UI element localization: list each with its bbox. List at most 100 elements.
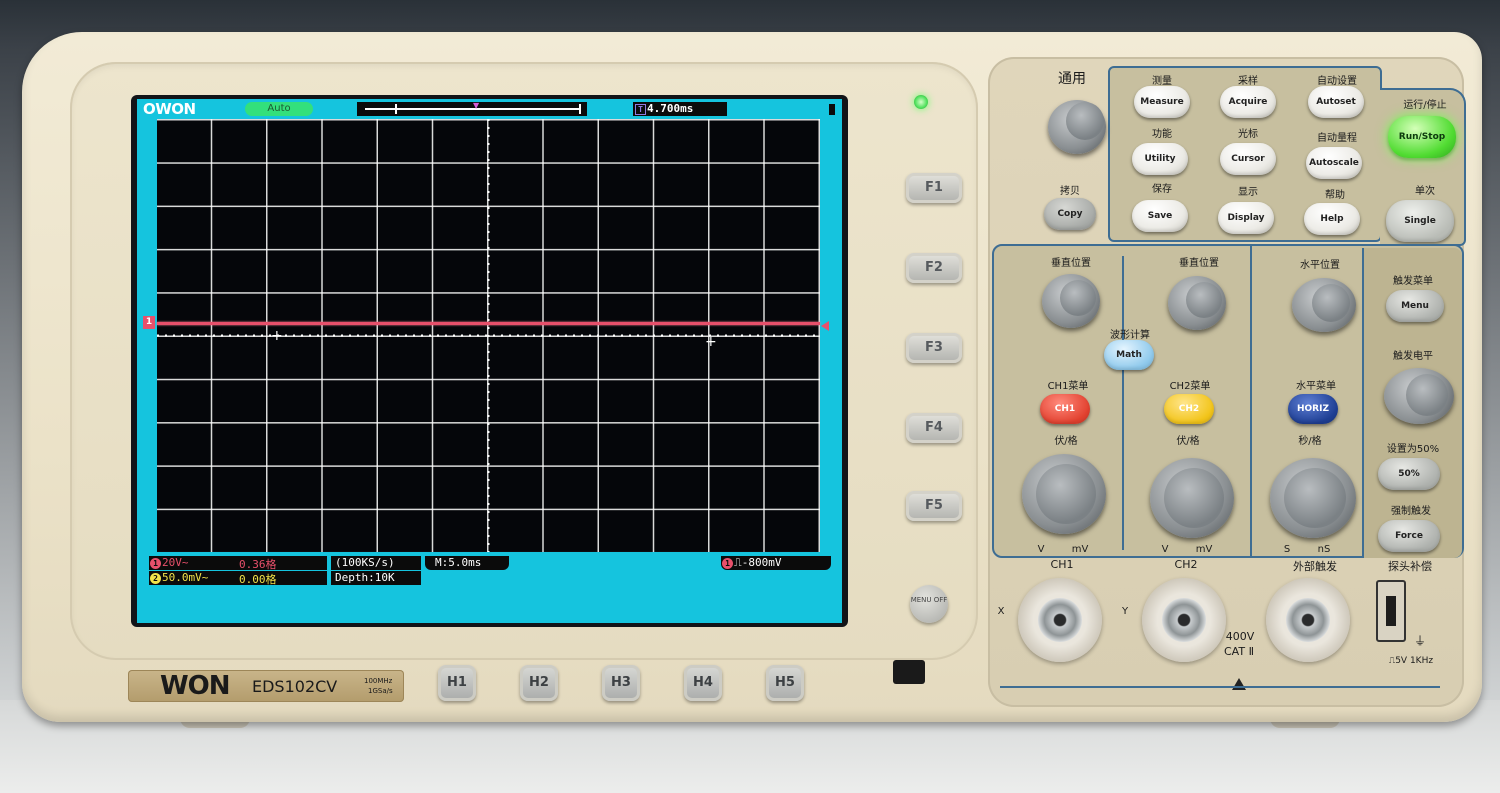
ch1-button[interactable]: CH1: [1040, 394, 1090, 424]
trigger-level-marker: [821, 321, 829, 331]
set-50-button[interactable]: 50%: [1378, 458, 1440, 490]
general-knob[interactable]: [1048, 100, 1106, 154]
f3-button[interactable]: F3: [906, 333, 962, 363]
trig-level-label: 触发电平: [1393, 351, 1433, 362]
horiz-button[interactable]: HORIZ: [1288, 394, 1338, 424]
brand-logo: WON: [160, 671, 231, 701]
f2-button[interactable]: F2: [906, 253, 962, 283]
measure-label: 测量: [1152, 76, 1172, 87]
sec-div-knob[interactable]: [1270, 458, 1356, 538]
ext-trig-label: 外部触发: [1293, 560, 1337, 573]
display-label: 显示: [1238, 187, 1258, 198]
warning-icon: [1232, 678, 1246, 690]
force-button[interactable]: Force: [1378, 520, 1440, 552]
save-button[interactable]: Save: [1132, 200, 1188, 232]
vpos1-label: 垂直位置: [1051, 258, 1091, 269]
ch2-bnc-input[interactable]: [1142, 578, 1226, 662]
ch1-bnc-input[interactable]: [1018, 578, 1102, 662]
cat-rating: CAT Ⅱ: [1224, 645, 1254, 658]
h2-button[interactable]: H2: [520, 665, 558, 701]
ch1-vertical-position-knob[interactable]: [1042, 274, 1100, 328]
probe-comp-signal-label: ⎍5V 1KHz: [1388, 656, 1434, 666]
f5-button[interactable]: F5: [906, 491, 962, 521]
math-button[interactable]: Math: [1104, 340, 1154, 370]
math-label: 波形计算: [1110, 330, 1150, 341]
h3-button[interactable]: H3: [602, 665, 640, 701]
measure-button[interactable]: Measure: [1134, 86, 1190, 118]
memory-position-bar: ▼: [357, 102, 587, 116]
ch2-button[interactable]: CH2: [1164, 394, 1214, 424]
runstop-button[interactable]: Run/Stop: [1388, 116, 1456, 158]
set50-label: 设置为50%: [1386, 444, 1440, 455]
trigger-readout: 1 ⎍-800mV: [721, 556, 831, 570]
ch1-level-marker: 1: [143, 316, 155, 329]
ch1-menu-label: CH1菜单: [1047, 381, 1089, 392]
graticule-center-marks: + +: [157, 119, 820, 552]
h1-button[interactable]: H1: [438, 665, 476, 701]
trigger-level-knob[interactable]: [1384, 368, 1454, 424]
usb-port[interactable]: [893, 660, 925, 684]
trigger-menu-button[interactable]: Menu: [1386, 290, 1444, 322]
ns-label: nS: [1317, 544, 1331, 555]
h4-button[interactable]: H4: [684, 665, 722, 701]
menu-off-button[interactable]: MENU OFF: [910, 585, 948, 623]
ch2-volts-div-knob[interactable]: [1150, 458, 1234, 538]
acquire-label: 采样: [1238, 76, 1258, 87]
trigger-marker-icon: ▼: [473, 101, 480, 110]
trigger-source-badge: 1: [722, 557, 733, 569]
autoset-button[interactable]: Autoset: [1308, 86, 1364, 118]
divider-ch1-ch2: [1122, 256, 1124, 550]
save-label: 保存: [1152, 184, 1172, 195]
model-name: EDS102CV: [252, 677, 338, 696]
display-button[interactable]: Display: [1218, 202, 1274, 234]
depth-readout: Depth:10K: [331, 571, 421, 585]
ext-trig-bnc-input[interactable]: [1266, 578, 1350, 662]
ch1-volts-div-label: 伏/格: [1054, 436, 1078, 447]
f4-button[interactable]: F4: [906, 413, 962, 443]
window-right-marker: [579, 104, 581, 114]
probe-comp-label: 探头补偿: [1388, 560, 1432, 573]
x-label: X: [997, 606, 1005, 617]
horizontal-position-knob[interactable]: [1292, 278, 1356, 332]
ch2-vertical-position-knob[interactable]: [1168, 276, 1226, 330]
probe-comp-terminal[interactable]: [1376, 580, 1406, 642]
autoscale-button[interactable]: Autoscale: [1306, 147, 1362, 179]
vpos2-label: 垂直位置: [1179, 258, 1219, 269]
single-button[interactable]: Single: [1386, 200, 1454, 242]
input-underline: [1000, 686, 1440, 688]
help-button[interactable]: Help: [1304, 203, 1360, 235]
ch1-volts-div-knob[interactable]: [1022, 454, 1106, 534]
force-label: 强制触发: [1391, 506, 1431, 517]
general-label: 通用: [1058, 71, 1086, 87]
copy-button[interactable]: Copy: [1044, 198, 1096, 230]
ground-icon: ⏚: [1414, 634, 1427, 648]
sample-rate-readout: (100KS/s): [331, 556, 421, 570]
utility-button[interactable]: Utility: [1132, 143, 1188, 175]
acquire-button[interactable]: Acquire: [1220, 86, 1276, 118]
rising-edge-icon: ⎍: [734, 556, 742, 569]
h5-button[interactable]: H5: [766, 665, 804, 701]
cursor-label: 光标: [1238, 129, 1258, 140]
trigger-time-readout: T 4.700ms: [633, 102, 727, 116]
memory-track: [365, 108, 579, 110]
status-bar: OWON Auto ▼ T 4.700ms: [137, 99, 842, 119]
autoscale-label: 自动量程: [1317, 133, 1357, 144]
single-label: 单次: [1415, 186, 1435, 197]
trigger-time-value: 4.700ms: [647, 102, 694, 115]
ch2-menu-label: CH2菜单: [1169, 381, 1211, 392]
cursor-cross-right: +: [705, 334, 717, 350]
brand-plate: WON EDS102CV 100MHz 1GSa/s: [128, 670, 404, 702]
ch2-v-label: V: [1161, 544, 1169, 555]
window-left-marker: [395, 104, 397, 114]
voltage-rating: 400V: [1225, 630, 1255, 643]
ch2-scale-readout: 2 50.0mV~ 0.00格: [149, 571, 327, 586]
utility-label: 功能: [1152, 129, 1172, 140]
cursor-cross-left: +: [271, 328, 283, 344]
bandwidth-spec: 100MHz: [364, 677, 393, 685]
f1-button[interactable]: F1: [906, 173, 962, 203]
y-label: Y: [1121, 606, 1129, 617]
divider-ch2-horiz: [1250, 246, 1252, 558]
cursor-button[interactable]: Cursor: [1220, 143, 1276, 175]
ch1-position: 0.36格: [239, 558, 277, 571]
bottom-status: 1 20V~ 0.36格 2 50.0mV~ 0.00格 (100KS/s) Dep…: [149, 556, 839, 596]
